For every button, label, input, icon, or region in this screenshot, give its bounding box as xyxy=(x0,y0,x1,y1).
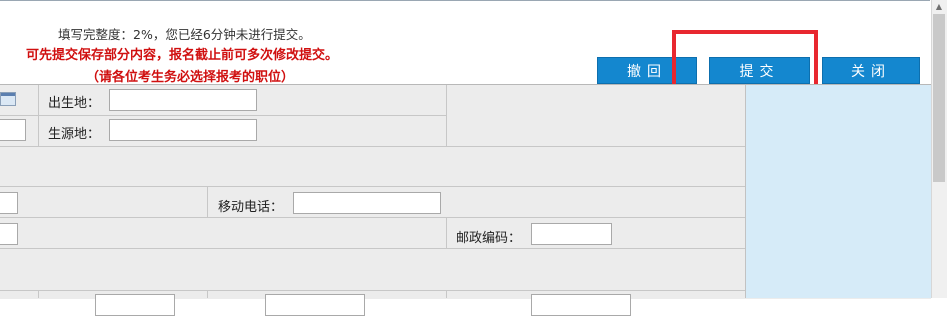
partial-input[interactable] xyxy=(0,192,18,214)
form-divider xyxy=(0,115,446,116)
partial-input[interactable] xyxy=(0,223,18,245)
birthplace-label: 出生地： xyxy=(48,96,101,111)
mobile-input[interactable] xyxy=(293,192,441,214)
form-divider xyxy=(0,186,745,187)
partial-input[interactable] xyxy=(531,294,631,316)
top-border xyxy=(0,0,930,7)
form-divider xyxy=(446,217,447,248)
postcode-input[interactable] xyxy=(531,223,612,245)
form-divider xyxy=(38,290,39,298)
form-divider xyxy=(207,290,208,298)
birthplace-input[interactable] xyxy=(109,89,257,111)
form-divider xyxy=(38,85,39,146)
form-divider xyxy=(0,290,745,291)
partial-input[interactable] xyxy=(265,294,365,316)
progress-status-text: 填写完整度：2%，您已经6分钟未进行提交。 xyxy=(58,27,311,42)
side-panel xyxy=(745,85,932,298)
postcode-label: 邮政编码： xyxy=(456,231,522,246)
form-divider xyxy=(446,290,447,298)
form-divider xyxy=(446,85,447,146)
partial-input[interactable] xyxy=(0,119,26,141)
calendar-icon[interactable] xyxy=(0,92,16,106)
form-divider xyxy=(0,217,745,218)
form-divider xyxy=(0,146,745,147)
close-button[interactable]: 关闭 xyxy=(822,57,920,84)
form-divider xyxy=(0,248,745,249)
scrollbar-thumb[interactable] xyxy=(933,14,945,182)
mobile-label: 移动电话： xyxy=(218,200,284,215)
position-notice: （请各位考生务必选择报考的职位） xyxy=(86,70,295,85)
origin-label: 生源地： xyxy=(48,127,101,142)
save-notice: 可先提交保存部分内容，报名截止前可多次修改提交。 xyxy=(26,48,339,63)
partial-input[interactable] xyxy=(95,294,175,316)
scroll-up-icon[interactable]: ▲ xyxy=(931,0,947,14)
form-divider xyxy=(207,186,208,217)
origin-input[interactable] xyxy=(109,119,257,141)
